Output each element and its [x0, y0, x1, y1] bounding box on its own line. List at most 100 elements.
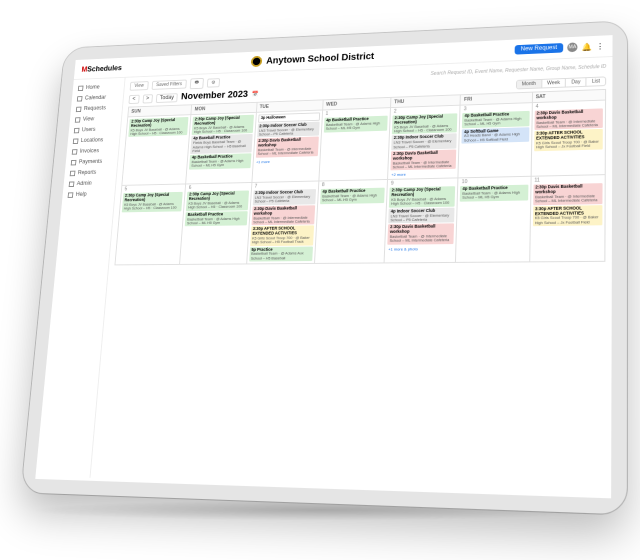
sidebar-label: Requests: [84, 106, 106, 112]
tablet-frame: MSchedules Anytown School District New R…: [21, 21, 627, 514]
avatar[interactable]: MA: [567, 42, 577, 52]
event[interactable]: 4p Baseball PracticeFields Boys Baseball…: [190, 134, 252, 154]
event-detail: A3 Heads Band · @ Adams High School – H5…: [464, 132, 527, 142]
event[interactable]: 2:30p Indoor Soccer ClubLN3 Travel Socce…: [257, 121, 320, 137]
event[interactable]: Basketball PracticeBasketball Team · @ A…: [185, 211, 247, 227]
event[interactable]: 3:30p AFTER SCHOOL EXTENDED ACTIVITIESK5…: [250, 226, 314, 246]
event[interactable]: 2:30p Indoor Soccer ClubLN3 Travel Socce…: [252, 189, 316, 205]
event[interactable]: 3:30p AFTER SCHOOL EXTENDED ACTIVITIESK5…: [534, 129, 603, 151]
event[interactable]: 2:30p Davis Basketball workshopBasketbal…: [390, 149, 456, 170]
event[interactable]: 4p Softball GameA3 Heads Band · @ Adams …: [462, 127, 529, 144]
event[interactable]: 2:30p Camp Joy (Special Recreation)K5 Bo…: [122, 192, 183, 212]
event[interactable]: 5p PracticeBasketball Team · @ Adams Aux…: [249, 246, 313, 262]
sidebar-label: Admin: [76, 181, 91, 187]
event[interactable]: 2:30p Camp Joy (Special Recreation)K5 Bo…: [128, 117, 189, 137]
event-detail: Basketball Team · @ Adams High School – …: [462, 191, 526, 201]
day-cell[interactable]: 84p Basketball PracticeBasketball Team ·…: [315, 180, 388, 264]
event-detail: Basketball Team · @ Adams High School – …: [326, 121, 386, 131]
view-tab-month[interactable]: Month: [517, 79, 541, 88]
event-detail: Basketball Team · @ Intermediate School …: [536, 119, 601, 129]
calendar-icon[interactable]: 📅: [251, 91, 258, 98]
brand: MSchedules: [81, 63, 122, 73]
event-detail: K5 Boys JV Baseball · @ Adams High Schoo…: [394, 123, 456, 133]
sidebar-label: Calendar: [85, 95, 107, 101]
day-cell[interactable]: 62:30p Camp Joy (Special Recreation)K5 B…: [180, 183, 252, 265]
event[interactable]: 2:30p Indoor Soccer ClubLN3 Travel Socce…: [391, 134, 457, 151]
day-cell[interactable]: 104p Basketball PracticeBasketball Team …: [456, 177, 531, 263]
event-detail: K5 Girls Scout Troop 700 · @ Baker High …: [536, 140, 601, 150]
sidebar-item-help[interactable]: Help: [62, 189, 115, 201]
new-request-button[interactable]: New Request: [515, 43, 564, 55]
sidebar-icon: [69, 181, 75, 187]
event-detail: LN3 Travel Soccer · @ Elementary School …: [393, 139, 455, 149]
event[interactable]: 2:30p Davis Basketball workshopBasketbal…: [251, 205, 315, 225]
district-logo-icon: [249, 55, 263, 68]
filter-view[interactable]: View: [130, 81, 149, 91]
event[interactable]: 2:30p Camp Joy (Special Recreation)K5 Bo…: [392, 113, 458, 134]
event[interactable]: 4p Indoor Soccer ClubLN3 Travel Soccer ·…: [388, 207, 455, 223]
day-cell[interactable]: 112:30p Davis Basketball workshopBasketb…: [530, 175, 606, 262]
more-link[interactable]: +1 more & photo: [386, 245, 455, 253]
event-detail: Basketball Team · @ Adams High School – …: [322, 194, 383, 203]
day-cell[interactable]: 42:30p Davis Basketball workshopBasketba…: [531, 101, 606, 178]
view-tab-list[interactable]: List: [586, 77, 606, 85]
view-tab-week[interactable]: Week: [541, 78, 565, 87]
day-cell[interactable]: 92:30p Camp Joy (Special Recreation)K5 B…: [385, 179, 459, 264]
event[interactable]: 4p Basketball PracticeBasketball Team · …: [189, 154, 251, 170]
menu-icon[interactable]: ⋮: [596, 42, 604, 51]
search-input[interactable]: Search Request ID, Event Name, Requester…: [430, 64, 606, 77]
day-cell[interactable]: 72:30p Indoor Soccer ClubLN3 Travel Socc…: [247, 182, 320, 265]
event[interactable]: 2:30p Camp Joy (Special Recreation)K5 Bo…: [186, 191, 249, 211]
next-button[interactable]: >: [142, 94, 153, 103]
more-link[interactable]: +2 more: [389, 170, 457, 178]
event[interactable]: 2:30p Camp Joy (Special Recreation)K5 Bo…: [192, 115, 254, 136]
day-cell[interactable]: 2:30p Camp Joy (Special Recreation)K5 Bo…: [122, 115, 191, 186]
event[interactable]: 4p Basketball PracticeBasketball Team · …: [460, 185, 528, 202]
event-detail: Basketball Team · @ Intermediate School …: [253, 215, 313, 224]
bell-icon[interactable]: 🔔: [582, 42, 592, 51]
sidebar-icon: [71, 160, 77, 166]
event[interactable]: 2:30p Davis Basketball workshopBasketbal…: [255, 137, 318, 158]
brand-name: Schedules: [87, 63, 122, 72]
day-cell[interactable]: 22:30p Camp Joy (Special Recreation)K5 B…: [388, 106, 461, 181]
view-tab-day[interactable]: Day: [565, 78, 586, 86]
day-cell[interactable]: 3p Halloween2:30p Indoor Soccer ClubLN3 …: [252, 110, 323, 183]
sidebar-label: Locations: [81, 138, 104, 144]
sidebar-label: Payments: [79, 159, 103, 165]
prev-button[interactable]: <: [129, 94, 140, 103]
event-detail: K5 Girls Scout Troop 700 · @ Baker High …: [535, 216, 601, 226]
calendar-grid: SUNMONTUEWEDTHUFRISAT2:30p Camp Joy (Spe…: [114, 89, 606, 266]
settings-icon[interactable]: ⚙: [207, 78, 221, 87]
today-button[interactable]: Today: [156, 93, 178, 103]
event[interactable]: 2:30p Camp Joy (Special Recreation)K5 Bo…: [389, 186, 456, 207]
event-detail: K5 Boys JV Baseball · @ Adams High Schoo…: [194, 125, 251, 135]
event[interactable]: 2:30p Davis Basketball workshopBasketbal…: [533, 183, 603, 205]
filter-saved[interactable]: Saved Filters: [151, 80, 186, 90]
day-cell[interactable]: 52:30p Camp Joy (Special Recreation)K5 B…: [115, 185, 186, 266]
event-detail: Basketball Team · @ Intermediate School …: [389, 234, 452, 243]
event[interactable]: 2:30p Davis Basketball workshopBasketbal…: [387, 224, 454, 245]
day-cell[interactable]: 2:30p Camp Joy (Special Recreation)K5 Bo…: [186, 113, 256, 185]
sidebar-icon: [76, 107, 82, 112]
sidebar-icon: [75, 117, 81, 122]
month-label: November 2023: [181, 90, 249, 102]
event-detail: Basketball Team · @ Adams Aux School – H…: [251, 252, 311, 261]
day-cell[interactable]: 14p Basketball PracticeBasketball Team ·…: [319, 108, 391, 182]
event[interactable]: 4p Basketball PracticeBasketball Team · …: [324, 116, 388, 133]
sidebar-icon: [74, 128, 80, 133]
sidebar-icon: [77, 96, 83, 101]
sidebar-label: Users: [82, 127, 96, 133]
event-detail: Basketball Team · @ Intermediate School …: [392, 160, 454, 170]
view-tabs: MonthWeekDayList: [516, 76, 607, 89]
more-link[interactable]: +1 more: [254, 157, 319, 165]
event[interactable]: 4p Basketball PracticeBasketball Team · …: [320, 188, 385, 204]
day-cell[interactable]: 34p Basketball PracticeBasketball Team ·…: [459, 103, 533, 179]
top-right: New Request MA 🔔 ⋮: [515, 41, 605, 54]
app-screen: MSchedules Anytown School District New R…: [35, 35, 612, 498]
event[interactable]: 3:30p AFTER SCHOOL EXTENDED ACTIVITIESK5…: [533, 205, 603, 226]
event[interactable]: 4p Basketball PracticeBasketball Team · …: [462, 111, 529, 128]
event-detail: LN3 Travel Soccer · @ Elementary School …: [259, 127, 318, 137]
sidebar-icon: [73, 138, 79, 143]
event[interactable]: 2:30p Davis Basketball workshopBasketbal…: [534, 108, 603, 130]
print-icon[interactable]: 🖶: [190, 78, 204, 89]
